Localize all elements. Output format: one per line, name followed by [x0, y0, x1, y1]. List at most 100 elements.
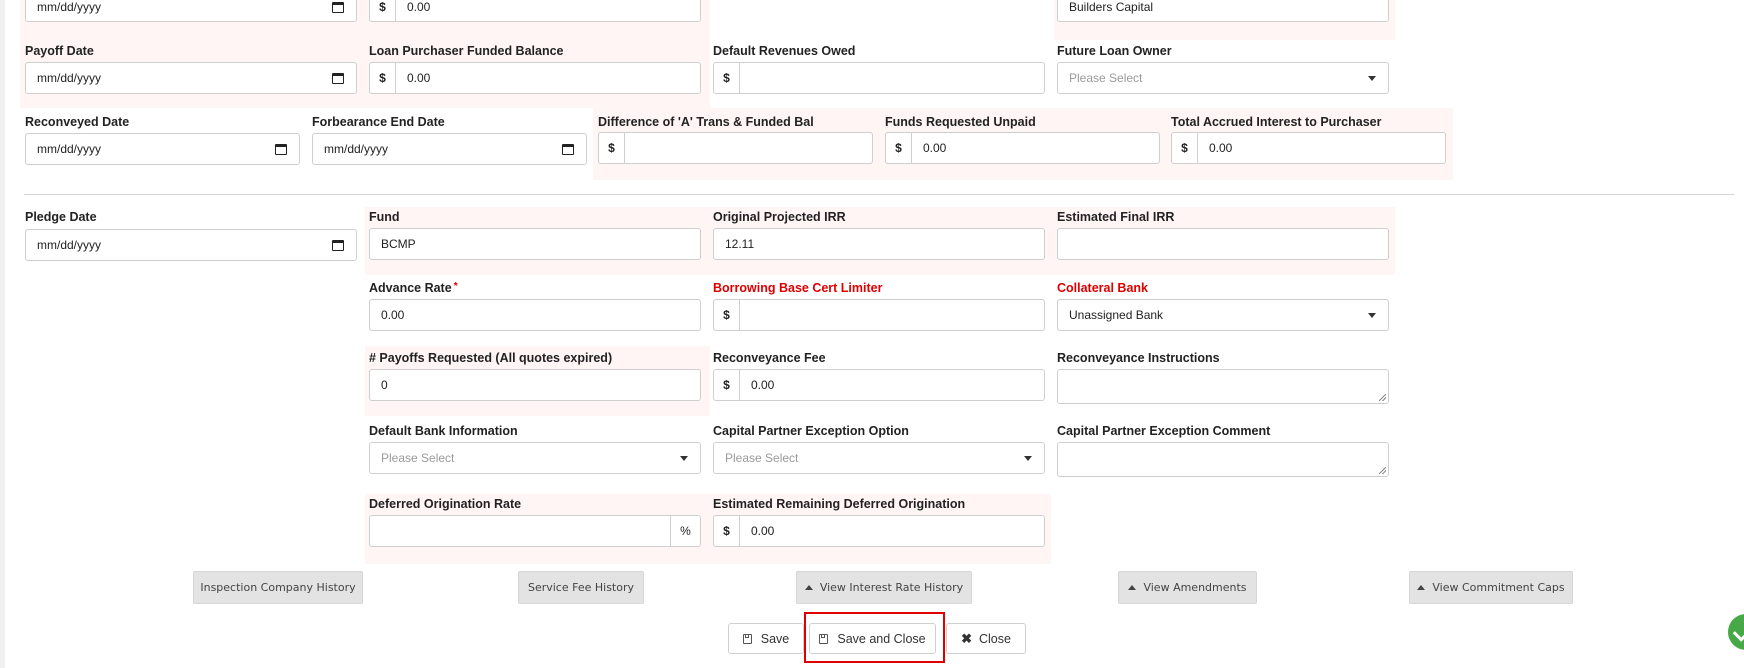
calendar-icon[interactable]: [562, 143, 574, 155]
service-fee-history-button[interactable]: Service Fee History: [518, 571, 644, 604]
calendar-icon[interactable]: [332, 239, 344, 251]
view-amendments-button[interactable]: View Amendments: [1118, 571, 1257, 604]
deferred-origination-rate-input[interactable]: %: [369, 515, 701, 547]
default-revenues-owed-label: Default Revenues Owed: [713, 44, 856, 58]
reconveyed-date-label: Reconveyed Date: [25, 115, 130, 129]
total-accrued-interest-input[interactable]: $ 0.00: [1171, 132, 1446, 164]
percent-addon: %: [670, 516, 700, 546]
estimated-final-irr-label: Estimated Final IRR: [1057, 210, 1175, 224]
currency-addon: $: [370, 63, 396, 93]
left-edge-bar: [0, 0, 5, 668]
future-loan-owner-select[interactable]: Please Select: [1057, 62, 1389, 94]
advance-rate-label-text: Advance Rate: [369, 281, 452, 295]
save-icon: [742, 633, 752, 644]
view-commitment-caps-button[interactable]: View Commitment Caps: [1409, 571, 1573, 604]
input-value: 0.00: [751, 378, 775, 392]
calendar-icon[interactable]: [332, 72, 344, 84]
calendar-icon[interactable]: [275, 143, 287, 155]
select-placeholder: Please Select: [725, 451, 799, 465]
total-accrued-interest-label: Total Accrued Interest to Purchaser: [1171, 115, 1382, 129]
currency-addon: $: [714, 370, 740, 400]
chevron-down-icon: [1024, 455, 1032, 461]
top-balance-input[interactable]: $ 0.00: [369, 0, 701, 22]
advance-rate-input[interactable]: 0.00: [369, 299, 701, 331]
original-projected-irr-label: Original Projected IRR: [713, 210, 846, 224]
payoffs-requested-label: # Payoffs Requested (All quotes expired): [369, 351, 613, 365]
input-value: 0.00: [381, 308, 405, 322]
forbearance-end-date-input[interactable]: mm/dd/yyyy: [312, 133, 587, 165]
currency-addon: $: [714, 63, 740, 93]
resize-grip-icon[interactable]: [1379, 467, 1386, 474]
button-label: Inspection Company History: [200, 581, 356, 594]
reconveyance-instructions-textarea[interactable]: [1057, 369, 1389, 404]
estimated-final-irr-input[interactable]: [1057, 228, 1389, 260]
button-label: View Amendments: [1143, 581, 1247, 594]
floating-action-button[interactable]: [1728, 614, 1744, 650]
reconveyance-instructions-label: Reconveyance Instructions: [1057, 351, 1220, 365]
close-button[interactable]: ✖ Close: [946, 623, 1026, 654]
capital-partner-exception-comment-textarea[interactable]: [1057, 442, 1389, 477]
funds-requested-unpaid-label: Funds Requested Unpaid: [885, 115, 1036, 129]
select-placeholder: Please Select: [1069, 71, 1143, 85]
currency-addon: $: [714, 516, 740, 546]
inspection-company-history-button[interactable]: Inspection Company History: [193, 571, 363, 604]
collateral-bank-label: Collateral Bank: [1057, 281, 1149, 295]
select-value: Unassigned Bank: [1069, 308, 1164, 322]
top-date-input[interactable]: mm/dd/yyyy: [25, 0, 357, 22]
reconveyed-date-input[interactable]: mm/dd/yyyy: [25, 133, 300, 165]
payoffs-requested-input[interactable]: 0: [369, 369, 701, 401]
chevron-down-icon: [1368, 312, 1376, 318]
capital-partner-exception-comment-label: Capital Partner Exception Comment: [1057, 424, 1271, 438]
required-asterisk: *: [453, 281, 458, 292]
chevron-down-icon: [1368, 75, 1376, 81]
input-value: BCMP: [381, 237, 416, 251]
fund-input[interactable]: BCMP: [369, 228, 701, 260]
input-value: Builders Capital: [1069, 0, 1154, 14]
resize-grip-icon[interactable]: [1379, 394, 1386, 401]
future-loan-owner-label: Future Loan Owner: [1057, 44, 1172, 58]
payoff-date-input[interactable]: mm/dd/yyyy: [25, 62, 357, 94]
button-label: Close: [978, 631, 1011, 646]
default-revenues-owed-input[interactable]: $: [713, 62, 1045, 94]
calendar-icon[interactable]: [332, 1, 344, 13]
chevron-up-icon: [1417, 585, 1426, 590]
select-placeholder: Please Select: [381, 451, 455, 465]
payoff-date-label: Payoff Date: [25, 44, 94, 58]
reconveyance-fee-input[interactable]: $ 0.00: [713, 369, 1045, 401]
button-label: Service Fee History: [527, 581, 635, 594]
deferred-origination-rate-label: Deferred Origination Rate: [369, 497, 522, 511]
button-label: Save: [760, 631, 790, 646]
funds-requested-unpaid-input[interactable]: $ 0.00: [885, 132, 1160, 164]
view-interest-rate-history-button[interactable]: View Interest Rate History: [796, 571, 972, 604]
date-value: mm/dd/yyyy: [37, 238, 102, 252]
input-value: 0.00: [407, 71, 431, 85]
original-projected-irr-input[interactable]: 12.11: [713, 228, 1045, 260]
button-label: View Commitment Caps: [1432, 581, 1565, 594]
estimated-remaining-deferred-origination-input[interactable]: $ 0.00: [713, 515, 1045, 547]
close-icon: ✖: [961, 630, 972, 646]
section-divider: [24, 194, 1734, 195]
date-value: mm/dd/yyyy: [37, 71, 102, 85]
top-owner-input[interactable]: Builders Capital: [1057, 0, 1389, 22]
currency-addon: $: [370, 0, 396, 21]
capital-partner-exception-option-select[interactable]: Please Select: [713, 442, 1045, 474]
collateral-bank-select[interactable]: Unassigned Bank: [1057, 299, 1389, 331]
save-button[interactable]: Save: [728, 623, 804, 654]
input-value: 0.00: [751, 524, 775, 538]
input-value: 0.00: [923, 141, 947, 155]
pledge-date-label: Pledge Date: [25, 210, 97, 224]
loan-purchaser-funded-balance-label: Loan Purchaser Funded Balance: [369, 44, 564, 58]
loan-purchaser-funded-balance-input[interactable]: $ 0.00: [369, 62, 701, 94]
date-value: mm/dd/yyyy: [37, 0, 102, 14]
input-value: 0.00: [407, 0, 431, 14]
borrowing-base-cert-limiter-input[interactable]: $: [713, 299, 1045, 331]
default-bank-information-select[interactable]: Please Select: [369, 442, 701, 474]
difference-a-trans-input[interactable]: $: [598, 132, 873, 164]
estimated-remaining-deferred-origination-label: Estimated Remaining Deferred Origination: [713, 497, 966, 511]
chevron-down-icon: [680, 455, 688, 461]
pledge-date-input[interactable]: mm/dd/yyyy: [25, 229, 357, 261]
input-value: 0: [381, 378, 388, 392]
input-value: 0.00: [1209, 141, 1233, 155]
chevron-up-icon: [1128, 585, 1137, 590]
currency-addon: $: [886, 133, 912, 163]
